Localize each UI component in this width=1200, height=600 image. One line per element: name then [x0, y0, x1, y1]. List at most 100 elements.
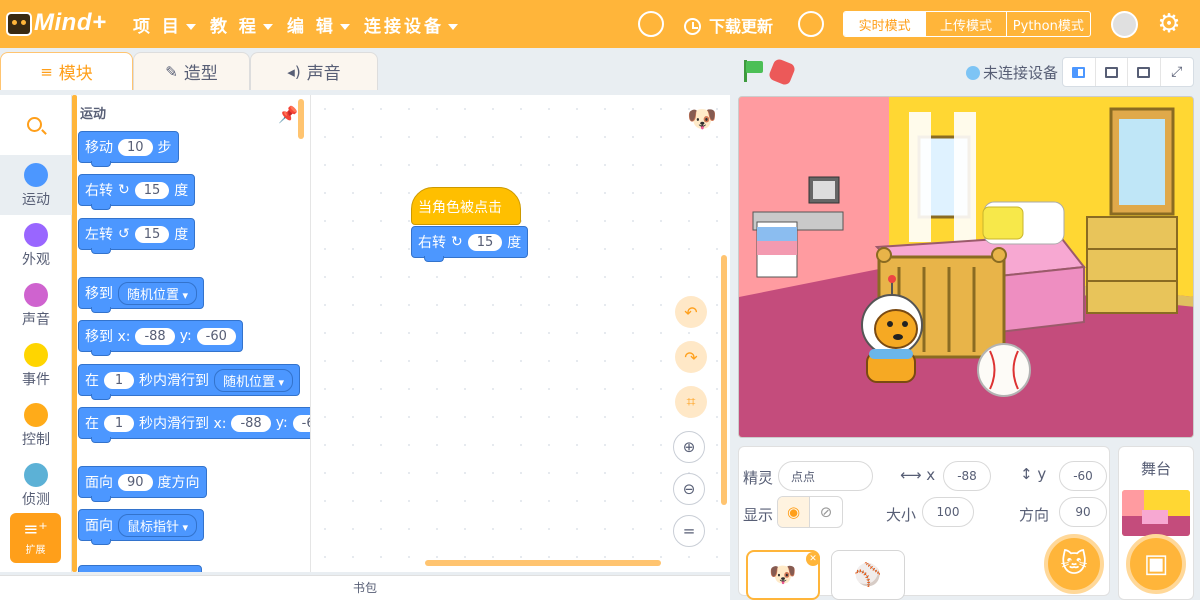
block-input[interactable]: -88	[231, 414, 271, 432]
stage-backdrop-thumbnail[interactable]	[1122, 490, 1190, 536]
block-partial[interactable]	[78, 565, 202, 572]
search-icon	[27, 117, 42, 132]
small-stage-button[interactable]	[1063, 58, 1096, 86]
block-input[interactable]: 15	[467, 233, 503, 251]
gear-icon[interactable]: ⚙	[1157, 11, 1181, 37]
sprite-name-input[interactable]: 点点	[778, 461, 873, 491]
block-input[interactable]: 90	[118, 473, 153, 491]
extensions-button[interactable]: ≡⁺ 扩展	[10, 513, 61, 563]
script-workspace[interactable]: 🐶 当角色被点击 右转 ↻ 15 度 ↶ ↷ ⌗ ⊕ ⊖ =	[310, 95, 730, 572]
category-control[interactable]: 控制	[0, 395, 72, 455]
block-text: 移到 x:	[85, 329, 131, 345]
add-sprite-cat-icon[interactable]: 🐱	[1044, 534, 1104, 594]
block-text: 面向	[85, 518, 113, 534]
category-label: 声音	[22, 312, 50, 328]
category-sound[interactable]: 声音	[0, 275, 72, 335]
download-update-button[interactable]: 下载更新	[684, 13, 773, 37]
block-move-steps[interactable]: 移动 10 步	[78, 131, 179, 167]
sprite-thumbnail-dog[interactable]: 🐶 ✕	[746, 550, 820, 600]
connection-status[interactable]: 未连接设备	[966, 62, 1058, 83]
x-position-input[interactable]: -88	[943, 461, 991, 491]
menu-edit[interactable]: 编 辑	[287, 12, 350, 37]
dashboard-icon[interactable]	[638, 11, 664, 37]
chevron-down-icon	[339, 24, 350, 30]
block-dropdown[interactable]: 随机位置	[118, 281, 198, 305]
x-position-label: ⟷ x	[900, 466, 935, 484]
tab-blocks[interactable]: ≡ 模块	[0, 52, 133, 90]
zoom-reset-button[interactable]: =	[673, 515, 705, 547]
zoom-in-button[interactable]: ⊕	[673, 431, 705, 463]
block-glide-to[interactable]: 在 1 秒内滑行到 随机位置	[78, 364, 301, 400]
tab-costumes[interactable]: ✎ 造型	[133, 52, 250, 90]
add-backdrop-icon[interactable]: ▣	[1126, 534, 1186, 594]
block-input[interactable]: 10	[118, 138, 153, 156]
menu-tutorial[interactable]: 教 程	[210, 12, 273, 37]
block-text: 右转	[85, 183, 113, 199]
feedback-edit-icon[interactable]	[798, 11, 824, 37]
undo-button[interactable]: ↶	[675, 296, 707, 328]
size-input[interactable]: 100	[922, 497, 974, 527]
crop-icon[interactable]: ⌗	[675, 386, 707, 418]
menu-connect-device[interactable]: 连接设备	[364, 12, 458, 37]
stop-icon[interactable]	[767, 57, 797, 87]
fullscreen-button[interactable]: ⤢	[1161, 58, 1193, 86]
redo-button[interactable]: ↷	[675, 341, 707, 373]
direction-input[interactable]: 90	[1059, 497, 1107, 527]
green-flag-icon[interactable]	[742, 60, 764, 82]
large-stage-button[interactable]	[1096, 58, 1128, 86]
hide-stage-button[interactable]	[1128, 58, 1161, 86]
block-text: 秒内滑行到	[139, 373, 209, 389]
block-input[interactable]: -60	[196, 327, 236, 345]
mode-upload-button[interactable]: 上传模式	[926, 12, 1005, 36]
block-input[interactable]: 15	[134, 225, 170, 243]
block-text: 右转	[418, 235, 446, 251]
block-input[interactable]: 1	[104, 371, 134, 389]
category-sensing[interactable]: 侦测	[0, 455, 72, 515]
workspace-horizontal-scrollbar[interactable]	[425, 560, 661, 566]
block-dropdown[interactable]: 鼠标指针	[118, 513, 198, 537]
hide-sprite-eye-icon[interactable]: ⊘	[810, 497, 842, 527]
category-motion[interactable]: 运动	[0, 155, 72, 215]
block-point-towards[interactable]: 面向 鼠标指针	[78, 509, 205, 545]
block-input[interactable]: 15	[134, 181, 170, 199]
block-turn-right-script[interactable]: 右转 ↻ 15 度	[411, 226, 529, 262]
zoom-out-button[interactable]: ⊖	[673, 473, 705, 505]
block-input[interactable]: 1	[104, 414, 134, 432]
mode-realtime-button[interactable]: 实时模式	[844, 12, 926, 36]
category-label: 控制	[22, 432, 50, 448]
category-label: 外观	[22, 252, 50, 268]
block-dropdown[interactable]: 随机位置	[214, 368, 294, 392]
block-text: 秒内滑行到 x:	[139, 416, 227, 432]
mode-python-button[interactable]: Python模式	[1007, 12, 1090, 36]
y-position-input[interactable]: -60	[1059, 461, 1107, 491]
category-looks[interactable]: 外观	[0, 215, 72, 275]
sprite-thumbnail-baseball[interactable]: ⚾	[831, 550, 905, 600]
block-go-to-xy[interactable]: 移到 x: -88 y: -60	[78, 320, 243, 356]
palette-scroll-indicator	[72, 95, 77, 572]
stage-canvas[interactable]	[738, 96, 1194, 438]
block-turn-right[interactable]: 右转 ↻ 15 度	[78, 174, 196, 210]
block-point-direction[interactable]: 面向 90 度方向	[78, 466, 207, 502]
backpack-bar[interactable]: 书包	[0, 575, 730, 600]
app-logo[interactable]: Mind+	[4, 6, 114, 42]
category-events[interactable]: 事件	[0, 335, 72, 395]
direction-label: 方向	[1019, 506, 1050, 524]
workspace-vertical-scrollbar[interactable]	[721, 255, 727, 505]
block-go-to[interactable]: 移到 随机位置	[78, 277, 205, 313]
block-when-sprite-clicked[interactable]: 当角色被点击	[411, 187, 521, 225]
tab-sounds[interactable]: ◂) 声音	[250, 52, 378, 90]
blocks-icon: ≡	[40, 62, 53, 81]
block-search-button[interactable]	[0, 95, 72, 157]
block-glide-to-xy[interactable]: 在 1 秒内滑行到 x: -88 y: -6	[78, 407, 310, 443]
block-input[interactable]: -6	[292, 414, 310, 432]
palette-scrollbar[interactable]	[298, 99, 304, 139]
delete-sprite-icon[interactable]: ✕	[806, 552, 820, 566]
palette-category-title: 运动	[80, 107, 107, 122]
block-turn-left[interactable]: 左转 ↺ 15 度	[78, 218, 196, 254]
user-avatar[interactable]	[1111, 11, 1138, 38]
hide-stage-icon	[1137, 66, 1151, 78]
block-input[interactable]: -88	[135, 327, 175, 345]
show-sprite-eye-icon[interactable]: ◉	[778, 497, 811, 527]
menu-project[interactable]: 项 目	[133, 12, 196, 37]
pin-icon[interactable]: 📌	[278, 105, 298, 124]
